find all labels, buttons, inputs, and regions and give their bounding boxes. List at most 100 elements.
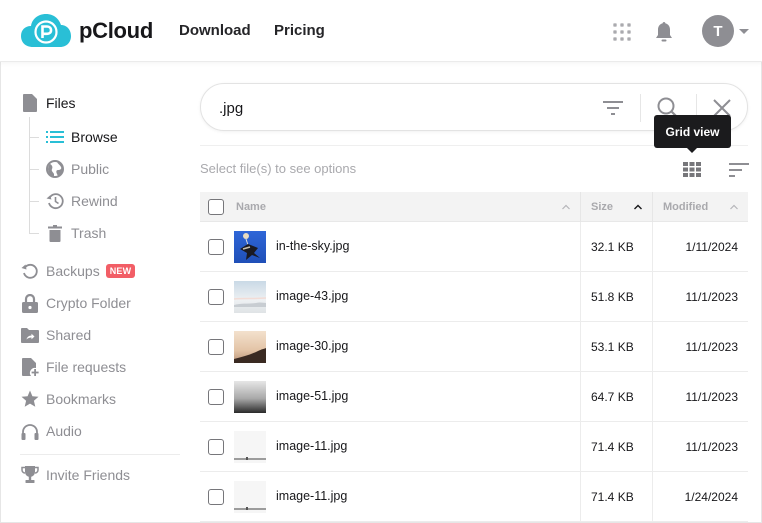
image-thumbnail	[234, 281, 266, 313]
column-separator	[580, 472, 581, 522]
history-icon	[45, 191, 65, 211]
tree-branch	[29, 137, 39, 138]
column-header-modified[interactable]: Modified	[663, 192, 708, 222]
pcloud-logo[interactable]: pCloud	[21, 14, 153, 48]
image-thumbnail	[234, 331, 266, 363]
search-input[interactable]	[219, 96, 579, 120]
apps-grid-icon[interactable]	[613, 23, 631, 41]
sidebar: Files Browse Public Rewind Trash Backups…	[0, 62, 190, 523]
table-row[interactable]: image-11.jpg 71.4 KB 11/1/2023	[200, 422, 748, 472]
file-size: 71.4 KB	[591, 490, 634, 504]
account-dropdown-caret-icon[interactable]	[739, 29, 749, 34]
trophy-icon	[20, 465, 40, 485]
star-icon	[20, 389, 40, 409]
row-checkbox[interactable]	[208, 239, 224, 255]
file-modified-date: 1/24/2024	[684, 490, 738, 504]
image-thumbnail	[234, 231, 266, 263]
tree-branch	[29, 201, 39, 202]
file-modified-date: 1/11/2024	[685, 240, 739, 254]
row-checkbox[interactable]	[208, 439, 224, 455]
file-name[interactable]: image-51.jpg	[276, 389, 348, 403]
column-separator	[580, 272, 581, 322]
sidebar-item-files[interactable]: Files	[20, 93, 76, 113]
column-header-size[interactable]: Size	[591, 192, 613, 222]
tree-branch	[29, 233, 39, 234]
column-separator	[652, 472, 653, 522]
sidebar-item-trash[interactable]: Trash	[45, 223, 106, 243]
column-separator	[652, 322, 653, 372]
table-row[interactable]: in-the-sky.jpg 32.1 KB 1/11/2024	[200, 222, 748, 272]
row-checkbox[interactable]	[208, 289, 224, 305]
tree-branch	[29, 169, 39, 170]
sort-caret-up-icon[interactable]	[634, 203, 642, 211]
sidebar-item-bookmarks[interactable]: Bookmarks	[20, 389, 116, 409]
pcloud-cloud-icon	[21, 14, 71, 47]
list-icon	[45, 127, 65, 147]
grid-view-icon[interactable]	[683, 162, 701, 177]
top-header: pCloud Download Pricing T	[0, 0, 762, 62]
file-size: 64.7 KB	[591, 390, 634, 404]
user-avatar[interactable]: T	[702, 15, 734, 47]
tree-line	[29, 117, 30, 233]
file-request-icon	[20, 357, 40, 377]
sidebar-item-rewind[interactable]: Rewind	[45, 191, 118, 211]
image-thumbnail	[234, 381, 266, 413]
sidebar-item-public[interactable]: Public	[45, 159, 109, 179]
table-row[interactable]: image-11.jpg 71.4 KB 1/24/2024	[200, 472, 748, 522]
sidebar-item-label: File requests	[46, 359, 127, 375]
file-name[interactable]: image-30.jpg	[276, 339, 348, 353]
file-modified-date: 11/1/2023	[685, 340, 739, 354]
notifications-bell-icon[interactable]	[654, 21, 674, 43]
column-header-name[interactable]: Name	[236, 192, 266, 222]
file-icon	[20, 93, 40, 113]
nav-download-link[interactable]: Download	[179, 22, 251, 39]
sidebar-item-crypto-folder[interactable]: Crypto Folder	[20, 293, 131, 313]
table-row[interactable]: image-51.jpg 64.7 KB 11/1/2023	[200, 372, 748, 422]
search-separator	[640, 94, 641, 122]
sidebar-item-label: Trash	[71, 225, 107, 241]
lock-icon	[20, 293, 40, 313]
file-table: Name Size Modified in-the-sky.jpg 32.1 K…	[200, 192, 748, 522]
file-modified-date: 11/1/2023	[685, 290, 739, 304]
filter-icon[interactable]	[602, 100, 624, 116]
file-modified-date: 11/1/2023	[685, 390, 739, 404]
column-separator	[652, 272, 653, 322]
sidebar-item-invite-friends[interactable]: Invite Friends	[20, 465, 130, 485]
column-separator	[580, 322, 581, 372]
file-size: 71.4 KB	[591, 440, 634, 454]
brand-name: pCloud	[79, 18, 153, 43]
sort-caret-up-icon[interactable]	[730, 203, 738, 211]
backup-icon	[20, 261, 40, 281]
sidebar-item-browse[interactable]: Browse	[45, 127, 118, 147]
sidebar-item-label: Browse	[71, 129, 118, 145]
column-separator	[652, 422, 653, 472]
row-checkbox[interactable]	[208, 489, 224, 505]
file-name[interactable]: image-43.jpg	[276, 289, 348, 303]
table-row[interactable]: image-30.jpg 53.1 KB 11/1/2023	[200, 322, 748, 372]
row-checkbox[interactable]	[208, 339, 224, 355]
shared-folder-icon	[20, 325, 40, 345]
sidebar-item-audio[interactable]: Audio	[20, 421, 82, 441]
new-badge: NEW	[105, 264, 136, 278]
sort-caret-up-icon[interactable]	[562, 203, 570, 211]
sort-icon[interactable]	[729, 163, 749, 177]
image-thumbnail	[234, 431, 266, 463]
nav-pricing-link[interactable]: Pricing	[274, 22, 325, 39]
sidebar-item-file-requests[interactable]: File requests	[20, 357, 126, 377]
select-all-checkbox[interactable]	[208, 199, 224, 215]
sidebar-item-label: Files	[46, 95, 76, 111]
table-row[interactable]: image-43.jpg 51.8 KB 11/1/2023	[200, 272, 748, 322]
row-checkbox[interactable]	[208, 389, 224, 405]
file-size: 51.8 KB	[591, 290, 634, 304]
column-separator	[652, 372, 653, 422]
sidebar-item-label: Backups	[46, 263, 100, 279]
column-separator	[580, 192, 581, 222]
file-name[interactable]: in-the-sky.jpg	[276, 239, 349, 253]
sidebar-item-shared[interactable]: Shared	[20, 325, 91, 345]
file-name[interactable]: image-11.jpg	[276, 489, 347, 503]
column-separator	[652, 222, 653, 272]
file-name[interactable]: image-11.jpg	[276, 439, 347, 453]
sidebar-item-backups[interactable]: Backups NEW	[20, 261, 136, 281]
table-header: Name Size Modified	[200, 192, 748, 222]
sidebar-item-label: Invite Friends	[46, 467, 131, 483]
